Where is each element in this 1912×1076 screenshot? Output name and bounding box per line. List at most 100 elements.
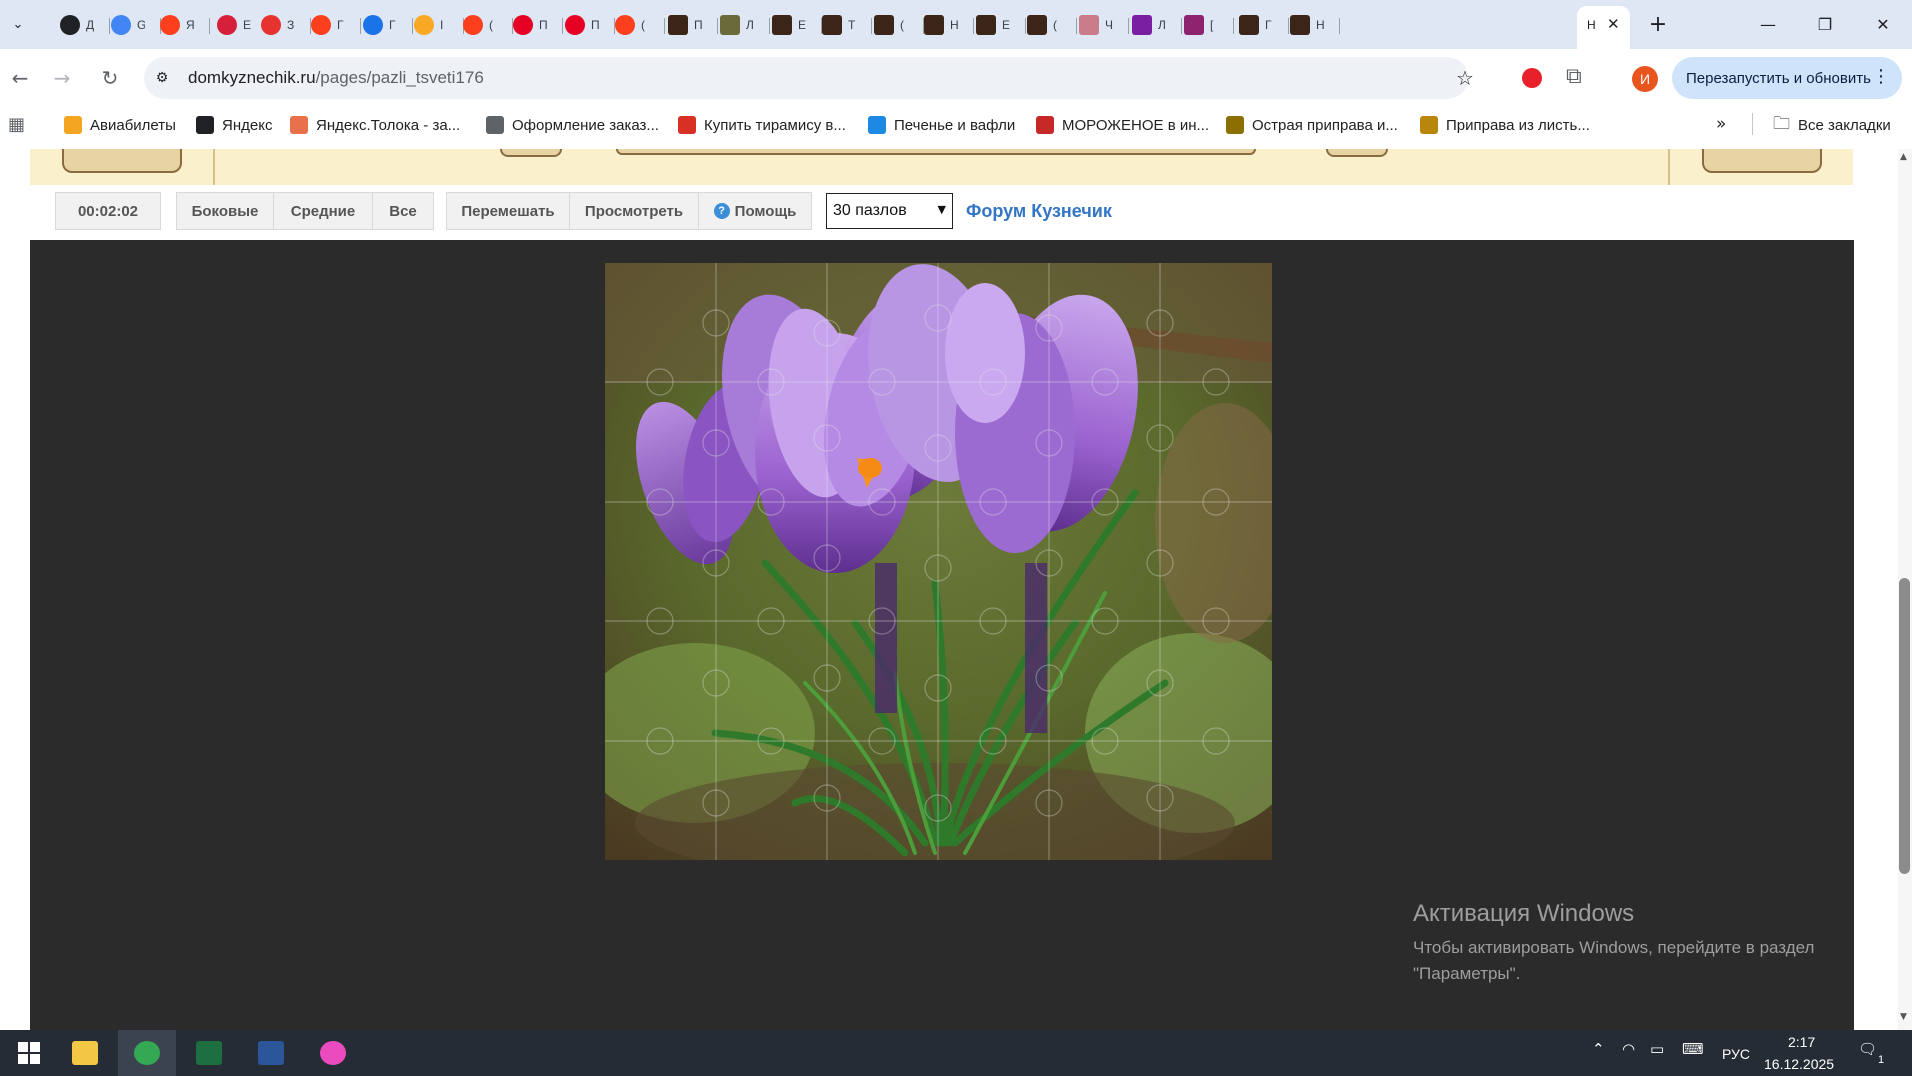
bookmark-item[interactable]: Острая приправа и... bbox=[1226, 112, 1398, 138]
bookmark-favicon-icon bbox=[678, 116, 696, 134]
bookmark-item[interactable]: Яндекс bbox=[196, 112, 272, 138]
restore-button[interactable]: ❐ bbox=[1797, 0, 1853, 49]
scroll-down-icon[interactable]: ▼ bbox=[1900, 1012, 1907, 1022]
shuffle-button[interactable]: Перемешать bbox=[446, 192, 570, 230]
all-bookmarks-folder[interactable]: 🗀 Все закладки bbox=[1773, 112, 1891, 138]
profile-initial: И bbox=[1639, 71, 1651, 87]
timer-display: 00:02:02 bbox=[55, 192, 161, 230]
bookmark-label: Купить тирамису в... bbox=[704, 116, 846, 134]
tab-title: ( bbox=[489, 18, 493, 32]
notification-count: 1 bbox=[1878, 1054, 1885, 1066]
browser-tab[interactable]: Я bbox=[148, 10, 210, 40]
keyboard-icon[interactable]: ⌨ bbox=[1682, 1040, 1704, 1058]
network-icon[interactable]: ◠ bbox=[1622, 1040, 1635, 1058]
back-button[interactable]: ← bbox=[4, 62, 36, 94]
pieces-count-select[interactable]: 30 пазлов ▼ bbox=[826, 193, 953, 229]
tab-title: Г bbox=[337, 18, 344, 32]
image-icon bbox=[1184, 15, 1204, 35]
url-text[interactable]: domkyznechik.ru/pages/pazli_tsveti176 bbox=[188, 68, 484, 88]
taskbar-app[interactable] bbox=[180, 1030, 238, 1076]
tab-title: Т bbox=[848, 18, 856, 32]
file-explorer-icon bbox=[72, 1041, 98, 1065]
forum-link[interactable]: Форум Кузнечик bbox=[966, 201, 1112, 222]
reload-button[interactable]: ↻ bbox=[94, 62, 126, 94]
bookmark-item[interactable]: Приправа из листь... bbox=[1420, 112, 1590, 138]
windows-activation-message: Чтобы активировать Windows, перейдите в … bbox=[1413, 935, 1814, 987]
puzzle-site-icon bbox=[1290, 15, 1310, 35]
minimize-button[interactable]: — bbox=[1740, 0, 1796, 49]
tab-search-button[interactable]: ⌄ bbox=[4, 10, 32, 38]
tab-title: П bbox=[591, 18, 599, 32]
bookmark-star-icon[interactable]: ☆ bbox=[1456, 66, 1474, 90]
banner-button-left[interactable] bbox=[62, 149, 182, 173]
bookmark-item[interactable]: Авиабилеты bbox=[64, 112, 176, 138]
tab-title: Е bbox=[798, 18, 806, 32]
banner-tab-2[interactable] bbox=[1326, 149, 1388, 157]
bookmark-favicon-icon bbox=[1420, 116, 1438, 134]
edge-pieces-label: Боковые bbox=[191, 202, 259, 220]
battery-icon[interactable]: ▭ bbox=[1650, 1040, 1664, 1058]
bookmark-favicon-icon bbox=[868, 116, 886, 134]
start-button[interactable] bbox=[0, 1030, 58, 1076]
yandex-icon bbox=[311, 15, 331, 35]
excel-icon bbox=[196, 1041, 222, 1065]
dropdown-arrow-icon: ▼ bbox=[937, 203, 946, 216]
adblock-extension-icon[interactable] bbox=[1522, 68, 1542, 88]
tab-title: G bbox=[137, 18, 145, 32]
forward-button[interactable]: → bbox=[46, 62, 78, 94]
bookmark-item[interactable]: Печенье и вафли bbox=[868, 112, 1015, 138]
site-info-icon[interactable]: ⚙ bbox=[150, 66, 174, 90]
banner-tab-1[interactable] bbox=[500, 149, 562, 157]
bookmark-item[interactable]: Яндекс.Толока - за... bbox=[290, 112, 460, 138]
language-indicator[interactable]: РУС bbox=[1722, 1046, 1750, 1062]
taskbar-app[interactable] bbox=[242, 1030, 300, 1076]
scroll-up-icon[interactable]: ▲ bbox=[1900, 152, 1907, 162]
all-bookmarks-label: Все закладки bbox=[1798, 116, 1891, 134]
windows-activation-title: Активация Windows bbox=[1413, 900, 1635, 927]
banner-search-field[interactable] bbox=[616, 149, 1256, 155]
bookmark-item[interactable]: МОРОЖЕНОЕ в ин... bbox=[1036, 112, 1209, 138]
bookmark-item[interactable]: Купить тирамису в... bbox=[678, 112, 846, 138]
tab-title: Г bbox=[1265, 18, 1272, 32]
clock-time[interactable]: 2:17 bbox=[1788, 1034, 1815, 1050]
preview-label: Просмотреть bbox=[584, 202, 684, 220]
apps-grid-icon[interactable]: ▦ bbox=[8, 114, 25, 135]
taskbar-app[interactable] bbox=[56, 1030, 114, 1076]
tab-separator bbox=[1339, 18, 1340, 34]
notifications-icon[interactable]: 🗨 bbox=[1858, 1040, 1877, 1058]
browser-tab[interactable]: [ bbox=[1172, 10, 1234, 40]
middle-pieces-button[interactable]: Средние bbox=[273, 192, 373, 230]
taskbar-app[interactable] bbox=[118, 1030, 176, 1076]
preview-button[interactable]: Просмотреть bbox=[569, 192, 699, 230]
relaunch-update-button[interactable]: Перезапустить и обновить ⋮ bbox=[1672, 57, 1902, 99]
pieces-count-value: 30 пазлов bbox=[833, 202, 907, 219]
tab-title: П bbox=[694, 18, 702, 32]
fire-icon bbox=[414, 15, 434, 35]
help-button[interactable]: ? Помощь bbox=[698, 192, 812, 230]
tab-active[interactable]: Н ✕ bbox=[1577, 6, 1630, 49]
bookmarks-overflow-icon[interactable]: » bbox=[1716, 114, 1726, 134]
bookmark-label: Авиабилеты bbox=[90, 116, 176, 134]
extensions-puzzle-icon[interactable]: ⧉ bbox=[1566, 64, 1582, 89]
chrome-icon bbox=[134, 1041, 160, 1065]
bookmark-item[interactable]: Оформление заказ... bbox=[486, 112, 659, 138]
new-tab-button[interactable]: + bbox=[1644, 10, 1672, 38]
all-pieces-button[interactable]: Все bbox=[372, 192, 434, 230]
edge-pieces-button[interactable]: Боковые bbox=[176, 192, 274, 230]
tab-close-icon[interactable]: ✕ bbox=[1607, 15, 1620, 33]
tray-overflow-icon[interactable]: ⌃ bbox=[1592, 1040, 1605, 1058]
menu-kebab-icon[interactable]: ⋮ bbox=[1872, 66, 1890, 87]
url-path: /pages/pazli_tsveti176 bbox=[315, 68, 484, 87]
browser-tab[interactable]: Н bbox=[1278, 10, 1340, 40]
bookmark-favicon-icon bbox=[64, 116, 82, 134]
clock-date[interactable]: 16.12.2025 bbox=[1764, 1056, 1834, 1072]
tab-title: I bbox=[440, 18, 444, 32]
close-window-button[interactable]: ✕ bbox=[1855, 0, 1911, 49]
help-label: Помощь bbox=[734, 202, 797, 220]
scrollbar-thumb[interactable] bbox=[1899, 578, 1910, 874]
profile-avatar[interactable]: И bbox=[1632, 66, 1658, 92]
puzzle-image[interactable] bbox=[605, 263, 1272, 860]
taskbar-app[interactable] bbox=[304, 1030, 362, 1076]
bookmark-label: Оформление заказ... bbox=[512, 116, 659, 134]
banner-button-right[interactable] bbox=[1702, 149, 1822, 173]
